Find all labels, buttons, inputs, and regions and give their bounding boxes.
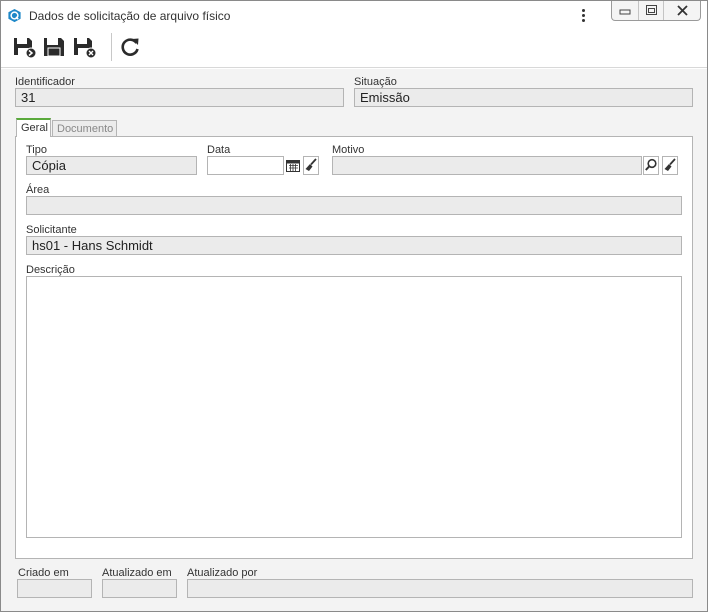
motivo-field[interactable]: [332, 156, 642, 175]
clear-motivo-button[interactable]: [662, 156, 678, 175]
tab-documento[interactable]: Documento: [52, 120, 117, 137]
form-content: Identificador 31 Situação Emissão Geral …: [1, 69, 707, 611]
situacao-field[interactable]: Emissão: [354, 88, 693, 107]
save-and-close-button[interactable]: [71, 34, 97, 60]
toolbar-separator: [111, 33, 112, 61]
maximize-icon: [646, 5, 657, 15]
atualizado-por-field[interactable]: [187, 579, 693, 598]
atualizado-por-label: Atualizado por: [187, 567, 258, 579]
close-icon: [677, 5, 688, 16]
criado-em-label: Criado em: [18, 567, 69, 579]
criado-em-field[interactable]: [17, 579, 92, 598]
descricao-textarea[interactable]: [26, 276, 682, 538]
identificador-label: Identificador: [15, 76, 75, 88]
window-title: Dados de solicitação de arquivo físico: [29, 9, 231, 23]
area-label: Área: [26, 184, 50, 196]
calendar-button[interactable]: [285, 156, 301, 175]
eraser-brush-icon: [303, 156, 319, 175]
app-logo-icon: [8, 8, 21, 23]
solicitante-field[interactable]: hs01 - Hans Schmidt: [26, 236, 682, 255]
save-and-new-button[interactable]: [11, 34, 37, 60]
save-button[interactable]: [41, 34, 67, 60]
area-field[interactable]: [26, 196, 682, 215]
geral-panel: Tipo Cópia Data Motivo Área Solicitante …: [15, 136, 693, 559]
window: Dados de solicitação de arquivo físico I…: [0, 0, 708, 612]
solicitante-label: Solicitante: [26, 224, 77, 236]
floppy-plus-icon: [14, 38, 37, 59]
eraser-brush-icon: [662, 156, 678, 175]
maximize-button[interactable]: [638, 1, 663, 20]
identificador-field[interactable]: 31: [15, 88, 344, 107]
atualizado-em-field[interactable]: [102, 579, 177, 598]
more-options-icon[interactable]: [576, 7, 590, 25]
refresh-button[interactable]: [117, 34, 143, 60]
window-controls: [611, 1, 701, 21]
search-motivo-button[interactable]: [643, 156, 659, 175]
calendar-icon: [286, 160, 300, 172]
search-icon: [643, 156, 659, 175]
tipo-label: Tipo: [26, 144, 47, 156]
toolbar: [1, 30, 707, 68]
tipo-field[interactable]: Cópia: [26, 156, 197, 175]
minimize-icon: [619, 9, 631, 15]
close-button[interactable]: [663, 1, 700, 20]
descricao-label: Descrição: [26, 264, 75, 276]
clear-data-button[interactable]: [303, 156, 319, 175]
refresh-icon: [121, 38, 139, 56]
tab-geral[interactable]: Geral: [16, 118, 51, 137]
motivo-label: Motivo: [332, 144, 365, 156]
floppy-close-icon: [74, 38, 97, 59]
data-input[interactable]: [207, 156, 284, 175]
situacao-label: Situação: [354, 76, 397, 88]
minimize-button[interactable]: [612, 1, 638, 20]
data-label: Data: [207, 144, 231, 156]
floppy-icon: [44, 38, 64, 57]
atualizado-em-label: Atualizado em: [102, 567, 172, 579]
title-bar: Dados de solicitação de arquivo físico: [1, 1, 707, 30]
